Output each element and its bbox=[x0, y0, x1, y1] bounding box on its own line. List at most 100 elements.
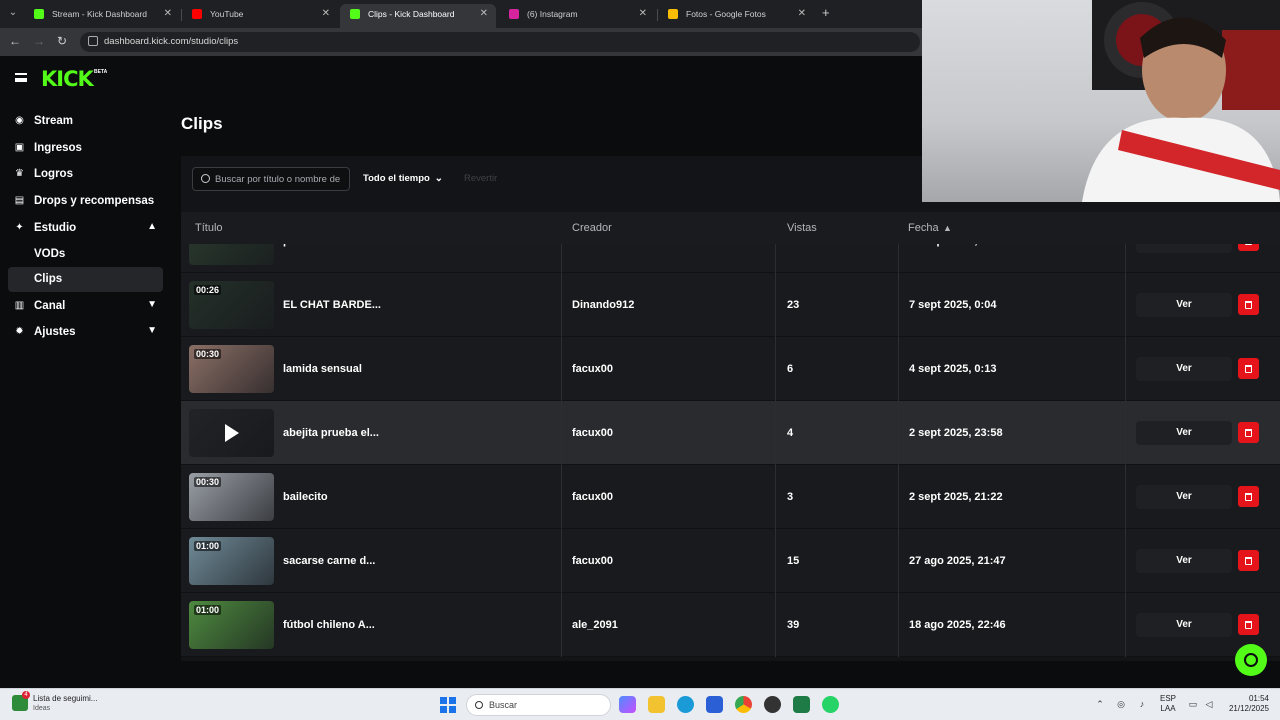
sidebar-item-stream[interactable]: ◉ Stream bbox=[8, 109, 163, 134]
reload-icon[interactable]: ↻ bbox=[57, 34, 67, 48]
table-row[interactable]: 00:30 bailecito facux00 3 2 sept 2025, 21:22… bbox=[181, 465, 1280, 529]
column-header-date[interactable]: Fecha bbox=[908, 222, 939, 234]
clip-title[interactable]: EL CHAT BARDE... bbox=[283, 299, 381, 311]
taskbar-search[interactable]: Buscar bbox=[466, 694, 611, 716]
clip-thumbnail[interactable]: 01:00 bbox=[189, 601, 274, 649]
volume-icon[interactable]: ◁ bbox=[1204, 699, 1214, 709]
column-divider bbox=[561, 401, 562, 465]
tab-google-photos[interactable]: Fotos - Google Fotos ✕ bbox=[658, 4, 814, 28]
tab-stream-kick-dashboard[interactable]: Stream - Kick Dashboard ✕ bbox=[24, 4, 180, 28]
delete-clip-button[interactable] bbox=[1238, 422, 1259, 443]
clip-title[interactable]: bailecito bbox=[283, 491, 328, 503]
whatsapp-icon[interactable] bbox=[822, 696, 839, 713]
close-icon[interactable]: ✕ bbox=[639, 4, 647, 24]
delete-clip-button[interactable] bbox=[1238, 486, 1259, 507]
clip-thumbnail[interactable]: 01:00 bbox=[189, 537, 274, 585]
clip-title[interactable]: abejita prueba el... bbox=[283, 427, 379, 439]
tab-clips-kick-dashboard[interactable]: Clips - Kick Dashboard ✕ bbox=[340, 4, 496, 28]
microphone-icon[interactable]: ♪ bbox=[1137, 699, 1147, 709]
forward-arrow-icon[interactable]: → bbox=[33, 34, 45, 48]
obs-icon[interactable] bbox=[764, 696, 781, 713]
new-tab-plus-icon[interactable]: + bbox=[822, 5, 830, 20]
revert-button[interactable]: Revertir bbox=[464, 173, 497, 184]
sort-ascending-icon[interactable]: ▲ bbox=[943, 223, 952, 233]
clip-title[interactable]: fútbol chileno A... bbox=[283, 619, 375, 631]
sidebar-item-ingresos[interactable]: ▣ Ingresos bbox=[8, 136, 163, 161]
table-row[interactable]: abejita prueba el... facux00 4 2 sept 2025,… bbox=[181, 401, 1280, 465]
table-row[interactable]: 00:30 lamida sensual facux00 6 4 sept 2025, … bbox=[181, 337, 1280, 401]
clip-thumbnail[interactable]: 00:30 bbox=[189, 473, 274, 521]
windows-start-icon[interactable] bbox=[440, 697, 456, 713]
clip-creator[interactable]: facux00 bbox=[572, 427, 613, 439]
view-clip-button[interactable]: Ver bbox=[1136, 421, 1232, 445]
sidebar-item-logros[interactable]: ♛ Logros bbox=[8, 162, 163, 187]
close-icon[interactable]: ✕ bbox=[798, 4, 806, 24]
clip-thumbnail[interactable] bbox=[189, 244, 274, 265]
search-input[interactable] bbox=[215, 171, 345, 187]
delete-clip-button[interactable] bbox=[1238, 550, 1259, 571]
widget-title[interactable]: Lista de seguimi... bbox=[33, 694, 97, 703]
time-filter-dropdown[interactable]: Todo el tiempo ⌄ bbox=[357, 167, 449, 191]
table-row[interactable]: 01:00 sacarse carne d... facux00 15 27 ago 2… bbox=[181, 529, 1280, 593]
tab-instagram[interactable]: (6) Instagram ✕ bbox=[499, 4, 655, 28]
close-icon[interactable]: ✕ bbox=[480, 4, 488, 24]
play-icon[interactable] bbox=[225, 424, 239, 442]
delete-clip-button[interactable] bbox=[1238, 244, 1259, 251]
clip-creator[interactable]: GaemioXD bbox=[572, 244, 628, 247]
view-clip-button[interactable]: Ver bbox=[1136, 485, 1232, 509]
sidebar-item-canal[interactable]: ▥ Canal ▼ bbox=[8, 294, 163, 319]
address-bar[interactable]: dashboard.kick.com/studio/clips bbox=[80, 32, 920, 52]
language-indicator[interactable]: ESP LAA bbox=[1160, 694, 1176, 714]
chevron-up-icon[interactable]: ⌃ bbox=[1095, 699, 1105, 709]
search-field[interactable] bbox=[192, 167, 350, 191]
tab-search-chevron-icon[interactable]: ⌄ bbox=[4, 4, 22, 22]
column-header-creator[interactable]: Creador bbox=[572, 222, 612, 234]
clip-thumbnail[interactable]: 00:30 bbox=[189, 345, 274, 393]
column-header-title[interactable]: Título bbox=[195, 222, 223, 234]
close-icon[interactable]: ✕ bbox=[164, 4, 172, 24]
sidebar-item-estudio[interactable]: ✦ Estudio ▲ bbox=[8, 216, 163, 241]
copilot-icon[interactable] bbox=[619, 696, 636, 713]
clip-creator[interactable]: facux00 bbox=[572, 491, 613, 503]
clip-title[interactable]: puto bbox=[283, 244, 307, 247]
delete-clip-button[interactable] bbox=[1238, 358, 1259, 379]
microsoft-store-icon[interactable] bbox=[706, 696, 723, 713]
hamburger-menu-icon[interactable] bbox=[15, 73, 27, 82]
kick-logo[interactable]: KICK bbox=[41, 67, 94, 91]
site-info-icon[interactable] bbox=[88, 36, 98, 46]
chrome-icon[interactable] bbox=[735, 696, 752, 713]
view-clip-button[interactable]: Ver bbox=[1136, 613, 1232, 637]
view-clip-button[interactable]: Ver bbox=[1136, 244, 1232, 253]
view-clip-button[interactable]: Ver bbox=[1136, 293, 1232, 317]
delete-clip-button[interactable] bbox=[1238, 614, 1259, 635]
view-clip-button[interactable]: Ver bbox=[1136, 549, 1232, 573]
clip-creator[interactable]: Dinando912 bbox=[572, 299, 634, 311]
clip-creator[interactable]: facux00 bbox=[572, 555, 613, 567]
close-icon[interactable]: ✕ bbox=[322, 4, 330, 24]
clip-thumbnail[interactable] bbox=[189, 409, 274, 457]
table-row[interactable]: puto GaemioXD 6 13 sept 2025, 0:27 Ver bbox=[181, 244, 1280, 273]
sidebar-item-clips[interactable]: Clips bbox=[8, 267, 163, 292]
edge-browser-icon[interactable] bbox=[677, 696, 694, 713]
column-header-views[interactable]: Vistas bbox=[787, 222, 817, 234]
sidebar-item-ajustes[interactable]: ✹ Ajustes ▼ bbox=[8, 320, 163, 345]
clip-creator[interactable]: ale_2091 bbox=[572, 619, 618, 631]
help-chat-button[interactable] bbox=[1235, 644, 1267, 676]
back-arrow-icon[interactable]: ← bbox=[9, 34, 21, 48]
table-row[interactable]: 00:26 EL CHAT BARDE... Dinando912 23 7 sept … bbox=[181, 273, 1280, 337]
table-row[interactable]: 01:00 fútbol chileno A... ale_2091 39 18 ago… bbox=[181, 593, 1280, 657]
view-clip-button[interactable]: Ver bbox=[1136, 357, 1232, 381]
clock[interactable]: 01:54 21/12/2025 bbox=[1227, 694, 1269, 714]
excel-icon[interactable] bbox=[793, 696, 810, 713]
tab-youtube[interactable]: YouTube ✕ bbox=[182, 4, 338, 28]
sidebar-item-vods[interactable]: VODs bbox=[8, 242, 163, 267]
network-icon[interactable]: ◎ bbox=[1116, 699, 1126, 709]
clip-creator[interactable]: facux00 bbox=[572, 363, 613, 375]
clip-title[interactable]: sacarse carne d... bbox=[283, 555, 375, 567]
clip-thumbnail[interactable]: 00:26 bbox=[189, 281, 274, 329]
monitor-icon[interactable]: ▭ bbox=[1188, 699, 1198, 709]
clip-title[interactable]: lamida sensual bbox=[283, 363, 362, 375]
sidebar-item-drops[interactable]: ▤ Drops y recompensas bbox=[8, 189, 163, 214]
file-explorer-icon[interactable] bbox=[648, 696, 665, 713]
delete-clip-button[interactable] bbox=[1238, 294, 1259, 315]
